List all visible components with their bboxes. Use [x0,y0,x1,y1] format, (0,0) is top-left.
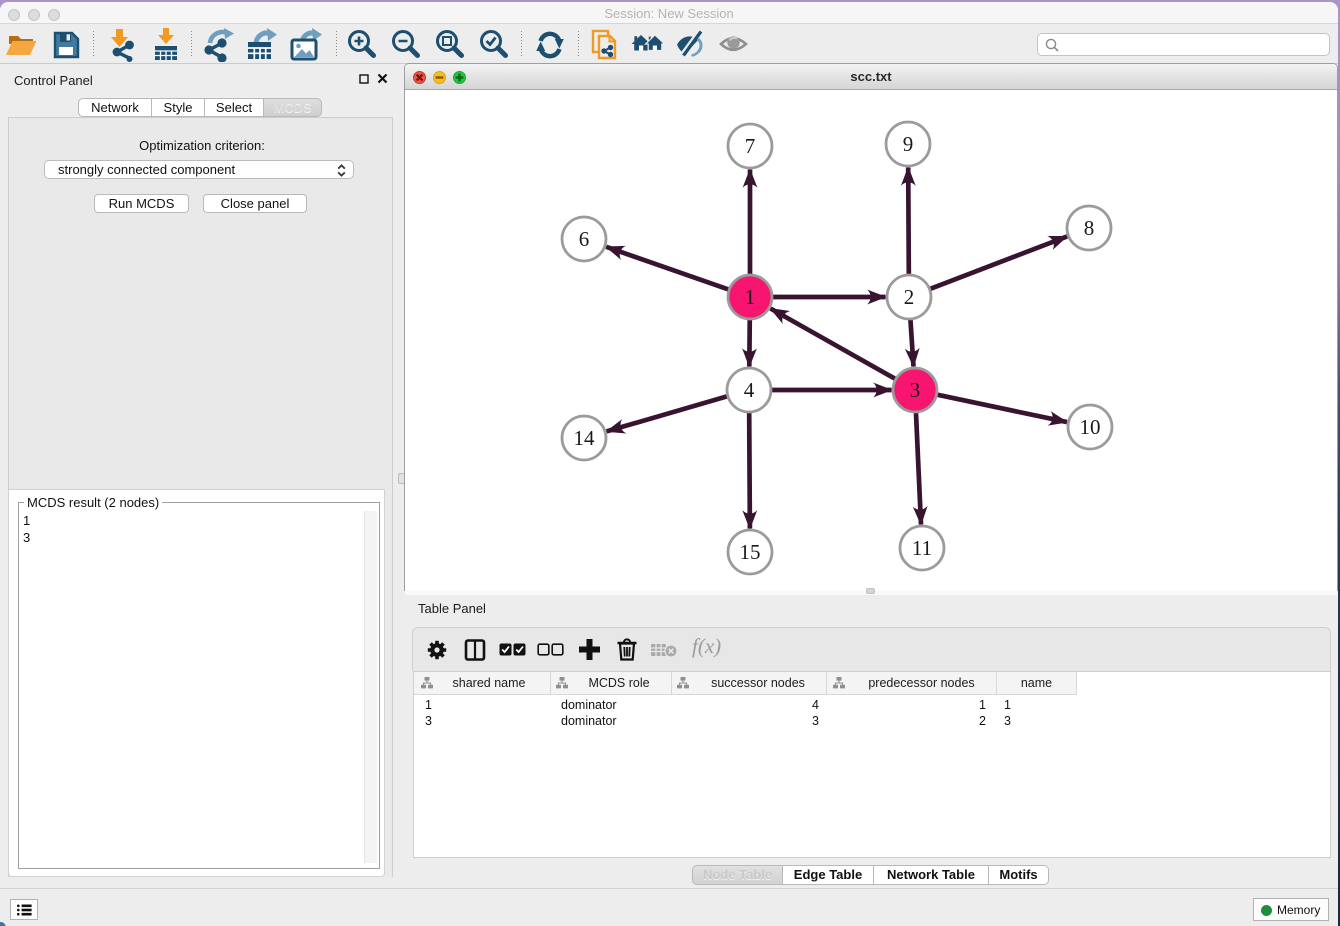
svg-text:11: 11 [912,536,932,560]
svg-text:15: 15 [740,540,761,564]
svg-text:10: 10 [1080,415,1101,439]
svg-text:8: 8 [1084,216,1095,240]
svg-text:9: 9 [903,132,914,156]
svg-text:4: 4 [744,378,755,402]
svg-text:2: 2 [904,285,915,309]
svg-text:6: 6 [579,227,590,251]
svg-text:7: 7 [745,134,756,158]
svg-text:14: 14 [574,426,596,450]
svg-text:3: 3 [910,378,921,402]
svg-text:1: 1 [745,285,756,309]
